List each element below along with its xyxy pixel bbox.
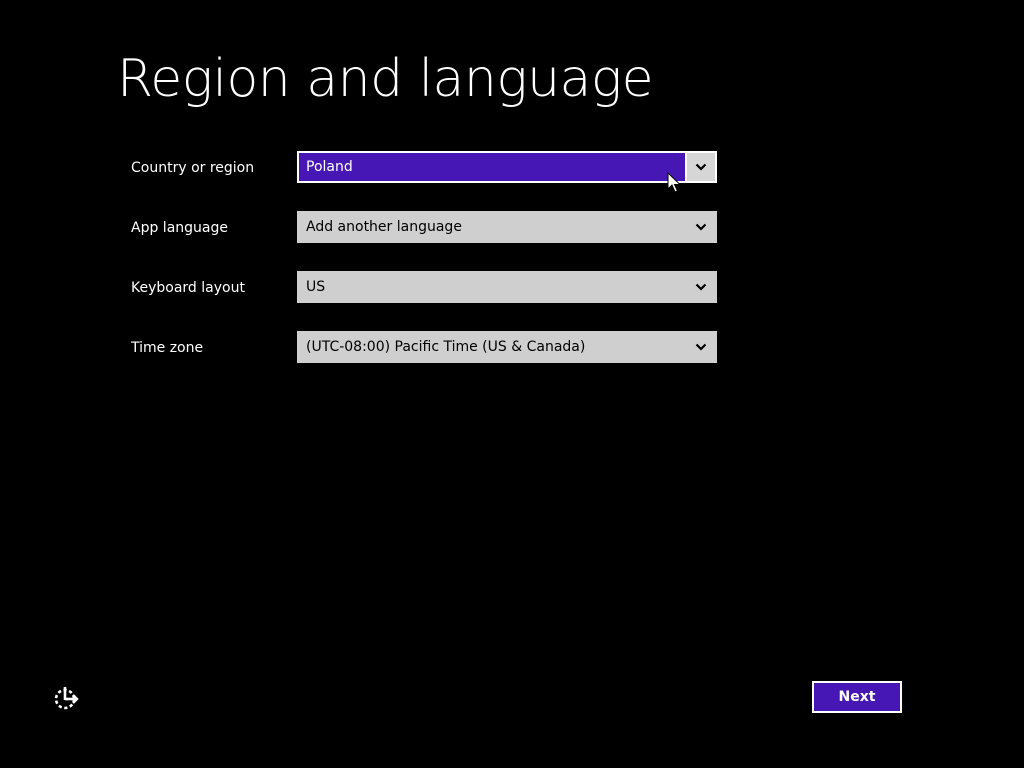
next-button[interactable]: Next [812,681,902,713]
country-region-value: Poland [306,159,353,175]
country-region-label: Country or region [131,160,255,176]
time-zone-dropdown[interactable]: (UTC-08:00) Pacific Time (US & Canada) [297,331,717,363]
country-region-dropdown[interactable]: Poland [297,151,717,183]
app-language-value: Add another language [306,219,462,235]
app-language-dropdown[interactable]: Add another language [297,211,717,243]
app-language-label: App language [131,220,228,236]
ease-of-access-icon[interactable] [52,684,80,712]
chevron-down-icon [685,271,717,303]
chevron-down-icon[interactable] [685,153,715,181]
time-zone-value: (UTC-08:00) Pacific Time (US & Canada) [306,339,586,355]
keyboard-layout-dropdown[interactable]: US [297,271,717,303]
chevron-down-icon [685,211,717,243]
page-title: Region and language [117,49,654,109]
setup-screen: Region and language Country or region Po… [0,0,1024,768]
time-zone-label: Time zone [131,340,204,356]
keyboard-layout-label: Keyboard layout [131,280,245,296]
chevron-down-icon [685,331,717,363]
keyboard-layout-value: US [306,279,326,295]
